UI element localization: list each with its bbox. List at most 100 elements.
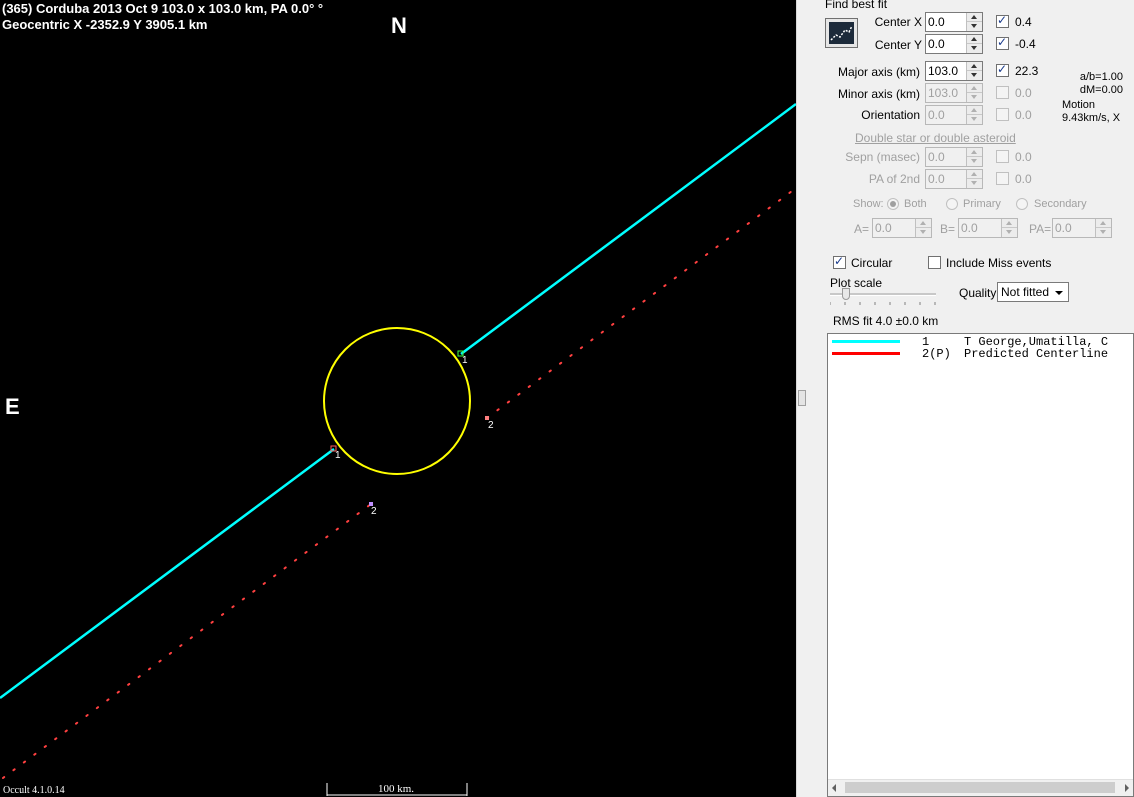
orientation-label: Orientation: [861, 108, 920, 122]
b-label: B=: [940, 222, 956, 236]
minor-axis-checkbox[interactable]: [996, 86, 1009, 99]
spin-down-icon: [967, 115, 982, 124]
quality-label: Quality: [959, 286, 997, 300]
spin-down-icon: [967, 22, 982, 31]
minor-axis-input[interactable]: 103.0: [925, 83, 983, 103]
include-miss-checkbox[interactable]: [928, 256, 941, 269]
center-y-label: Center Y: [874, 38, 922, 52]
pa-2nd-label: PA of 2nd: [868, 172, 920, 186]
major-axis-input[interactable]: 103.0: [925, 61, 983, 81]
spin-up-icon: [967, 84, 982, 93]
scale-label: 100 km.: [378, 783, 415, 795]
b-input[interactable]: 0.0: [958, 218, 1018, 238]
predicted-centerline-upper: [486, 187, 796, 419]
orientation-input[interactable]: 0.0: [925, 105, 983, 125]
north-label: N: [391, 13, 407, 38]
major-axis-label: Major axis (km): [837, 65, 920, 79]
version-label: Occult 4.1.0.14: [3, 785, 65, 796]
spin-down-icon: [1002, 228, 1017, 237]
delta-magnitude: dM=0.00: [1079, 84, 1123, 96]
spin-down-icon: [967, 179, 982, 188]
plot-scale-label: Plot scale: [830, 276, 883, 290]
show-both-label: Both: [904, 198, 927, 210]
sepn-checkbox[interactable]: [996, 150, 1009, 163]
scroll-left-icon: [832, 784, 836, 792]
pa-2nd-checkbox[interactable]: [996, 172, 1009, 185]
spin-down-icon: [967, 157, 982, 166]
center-y-checkbox[interactable]: [996, 35, 1009, 50]
center-x-label: Center X: [874, 15, 922, 29]
motion-label: Motion: [1062, 99, 1096, 111]
scrollbar-thumb: [845, 782, 1115, 793]
ab-ratio: a/b=1.00: [1079, 71, 1123, 83]
chord-label: 2: [371, 506, 377, 517]
find-best-fit-label: Find best fit: [825, 0, 888, 11]
orientation-result: 0.0: [1015, 108, 1032, 122]
sepn-label: Sepn (masec): [845, 150, 920, 164]
circular-checkbox[interactable]: [833, 254, 846, 269]
major-axis-checkbox[interactable]: [996, 62, 1009, 77]
quality-dropdown[interactable]: Not fitted: [997, 282, 1069, 302]
show-both-radio[interactable]: [887, 198, 899, 210]
find-best-fit-button[interactable]: [825, 18, 858, 48]
pa-2nd-result: 0.0: [1015, 172, 1032, 186]
spin-down-icon: [967, 93, 982, 102]
show-secondary-radio[interactable]: [1016, 198, 1028, 210]
chord-1-line-upper: [460, 102, 796, 356]
occultation-plot[interactable]: (365) Corduba 2013 Oct 9 103.0 x 103.0 k…: [0, 0, 796, 797]
asteroid-profile-ellipse: [323, 327, 471, 475]
east-label: E: [5, 394, 20, 419]
sepn-result: 0.0: [1015, 150, 1032, 164]
spin-up-icon: [1096, 219, 1111, 228]
legend-swatch-2: [832, 352, 900, 355]
center-x-input[interactable]: 0.0: [925, 12, 983, 32]
center-y-result: -0.4: [1015, 37, 1036, 51]
spin-down-icon: [967, 44, 982, 53]
show-label: Show:: [853, 198, 884, 210]
pa-2nd-input[interactable]: 0.0: [925, 169, 983, 189]
show-primary-radio[interactable]: [946, 198, 958, 210]
plot-scale-ticks: [830, 302, 936, 305]
center-y-input[interactable]: 0.0: [925, 34, 983, 54]
rms-fit-label: RMS fit 4.0 ±0.0 km: [833, 314, 939, 328]
motion-value: 9.43km/s, X: [1062, 112, 1121, 124]
a-label: A=: [854, 222, 870, 236]
minor-axis-result: 0.0: [1015, 86, 1032, 100]
spin-up-icon: [967, 148, 982, 157]
spin-down-icon: [1096, 228, 1111, 237]
chord-legend-list[interactable]: 1 T George,Umatilla, C 2(P) Predicted Ce…: [827, 333, 1134, 797]
pa-input[interactable]: 0.0: [1052, 218, 1112, 238]
splitter-grip[interactable]: [798, 390, 806, 406]
minor-axis-label: Minor axis (km): [837, 87, 920, 101]
major-axis-result: 22.3: [1015, 64, 1039, 78]
chevron-down-icon: [1055, 291, 1063, 295]
sepn-input[interactable]: 0.0: [925, 147, 983, 167]
center-x-checkbox[interactable]: [996, 13, 1009, 28]
circular-label: Circular: [851, 256, 893, 270]
spin-up-icon: [967, 106, 982, 115]
pa-label: PA=: [1029, 222, 1052, 236]
chart-fit-icon: [829, 22, 854, 44]
include-miss-label: Include Miss events: [946, 256, 1052, 270]
spin-up-icon: [967, 35, 982, 44]
fit-panel: Find best fit Center X 0.0 0.4 Center Y …: [812, 0, 1134, 797]
center-x-result: 0.4: [1015, 15, 1032, 29]
spin-up-icon: [1002, 219, 1017, 228]
show-secondary-label: Secondary: [1034, 198, 1087, 210]
a-input[interactable]: 0.0: [872, 218, 932, 238]
scroll-right-icon: [1125, 784, 1129, 792]
spin-up-icon: [967, 13, 982, 22]
plot-scale-slider[interactable]: [842, 288, 850, 300]
plot-title: (365) Corduba 2013 Oct 9 103.0 x 103.0 k…: [2, 1, 324, 16]
chord-label: 2: [488, 420, 494, 431]
orientation-checkbox[interactable]: [996, 108, 1009, 121]
show-primary-label: Primary: [963, 198, 1001, 210]
legend-swatch-1: [832, 340, 900, 343]
horizontal-scrollbar[interactable]: [828, 779, 1133, 796]
chord-label: 1: [462, 355, 468, 366]
spin-up-icon: [967, 62, 982, 71]
chord-1-line-lower: [0, 447, 335, 700]
geocentric-coordinates: Geocentric X -2352.9 Y 3905.1 km: [2, 17, 208, 32]
predicted-centerline-lower: [2, 503, 372, 779]
spin-up-icon: [916, 219, 931, 228]
